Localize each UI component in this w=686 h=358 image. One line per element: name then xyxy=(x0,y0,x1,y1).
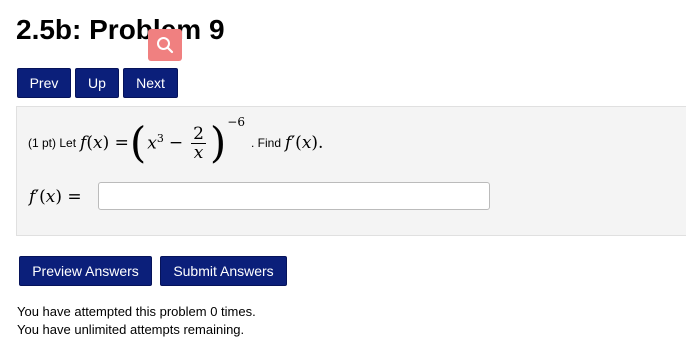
prev-button[interactable]: Prev xyxy=(17,68,71,98)
next-button[interactable]: Next xyxy=(123,68,178,98)
problem-nav: Prev Up Next xyxy=(17,68,178,98)
right-paren: ) xyxy=(209,118,227,167)
fraction-denominator: x xyxy=(193,142,204,163)
points-prefix: (1 pt) Let xyxy=(28,136,77,150)
search-icon[interactable] xyxy=(148,29,182,61)
remaining-text: You have unlimited attempts remaining. xyxy=(17,322,245,337)
attempt-status: You have attempted this problem 0 times.… xyxy=(17,303,256,339)
attempts-text: You have attempted this problem 0 times. xyxy=(17,304,256,319)
function-label: f(x) = xyxy=(80,133,129,153)
find-expression: f′(x). xyxy=(285,133,324,153)
fraction: 2 x xyxy=(191,125,206,162)
fraction-numerator: 2 xyxy=(191,123,206,144)
find-text: . Find xyxy=(251,136,282,150)
minus-sign: − xyxy=(168,133,184,153)
answer-input[interactable] xyxy=(98,182,490,210)
problem-statement: (1 pt) Let f(x) = ( x3 − 2 x ) −6 . Find… xyxy=(28,115,324,169)
up-button[interactable]: Up xyxy=(75,68,119,98)
left-paren: ( xyxy=(129,118,147,167)
base-term: x3 xyxy=(147,132,164,154)
submit-answers-button[interactable]: Submit Answers xyxy=(160,256,287,286)
page-title: 2.5b: Problem 9 xyxy=(16,14,225,45)
answer-label: f′(x) = xyxy=(29,187,82,207)
preview-answers-button[interactable]: Preview Answers xyxy=(19,256,152,286)
problem-box: (1 pt) Let f(x) = ( x3 − 2 x ) −6 . Find… xyxy=(16,106,686,236)
answer-actions: Preview Answers Submit Answers xyxy=(19,256,287,286)
outer-exponent: −6 xyxy=(227,115,245,129)
